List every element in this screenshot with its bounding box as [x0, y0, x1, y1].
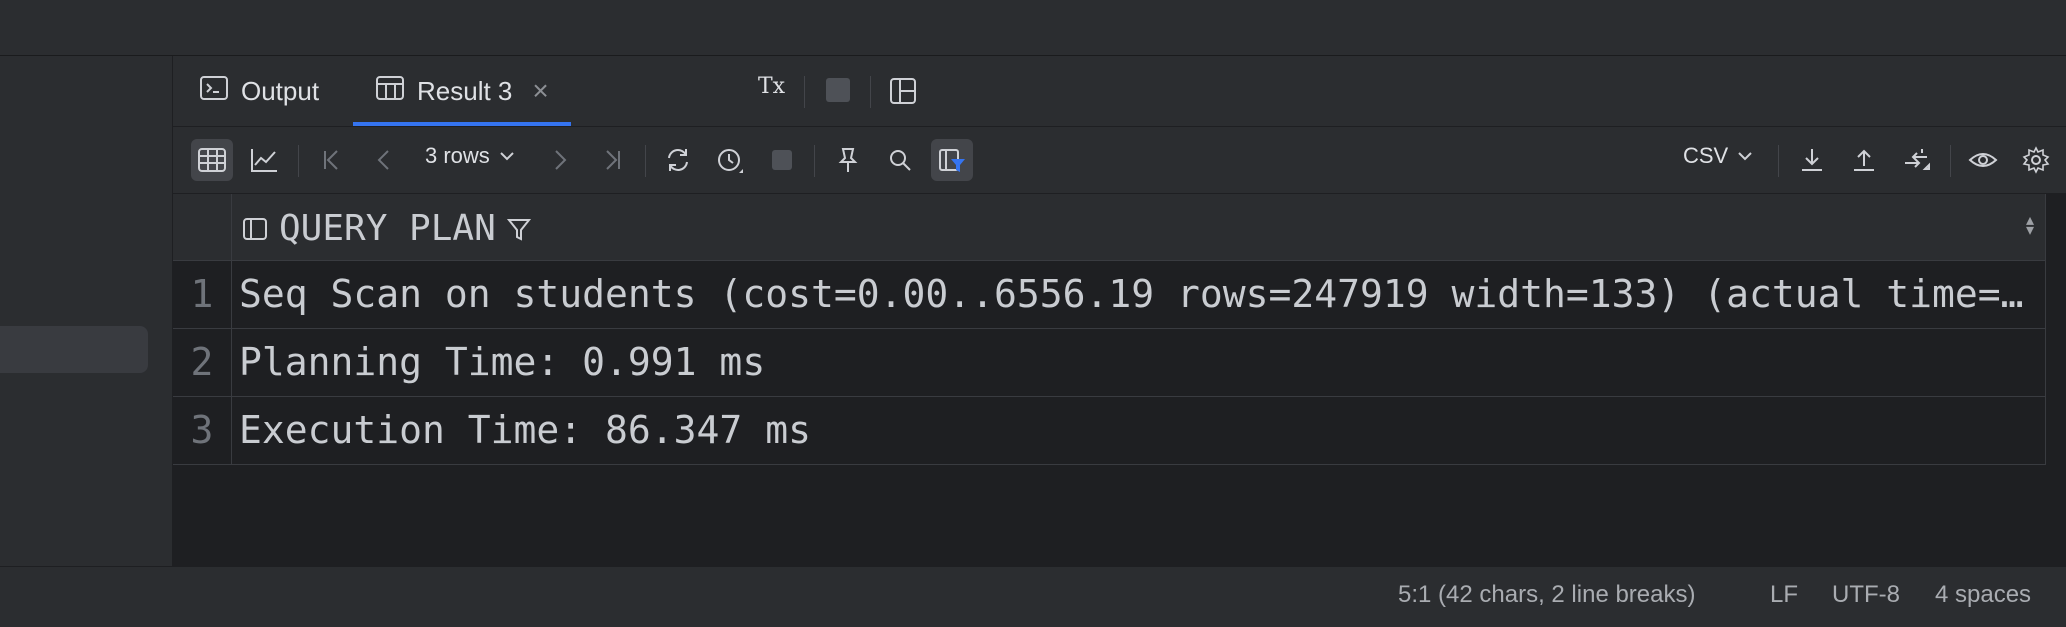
row-number-gutter-header — [173, 194, 232, 260]
tab-output-label: Output — [241, 75, 320, 106]
table-view-button[interactable] — [191, 139, 233, 181]
chevron-down-icon — [1738, 152, 1752, 161]
previous-page-button[interactable] — [363, 139, 405, 181]
sort-icon[interactable]: ▴ ▾ — [2026, 213, 2034, 239]
divider — [870, 76, 871, 108]
next-page-button[interactable] — [539, 139, 581, 181]
search-button[interactable] — [879, 139, 921, 181]
indent-setting[interactable]: 4 spaces — [1935, 581, 2031, 609]
first-page-icon — [324, 150, 338, 170]
results-grid: QUERY PLAN ▴ ▾ 1 Seq Scan on students (co… — [173, 194, 2046, 465]
table-row[interactable]: 2 Planning Time: 0.991 ms — [173, 329, 2046, 397]
history-button[interactable] — [709, 139, 751, 181]
results-toolbar: 3 rows CSV — [173, 127, 2066, 194]
close-icon[interactable]: × — [532, 75, 548, 107]
divider — [814, 145, 815, 177]
view-button[interactable] — [1962, 139, 2004, 181]
pin-button[interactable] — [827, 139, 869, 181]
results-tab-bar: Output Result 3 × Tx — [173, 56, 2066, 127]
refresh-button[interactable] — [657, 139, 699, 181]
rows-selector[interactable]: 3 rows — [425, 143, 516, 169]
cell-value[interactable]: Planning Time: 0.991 ms — [239, 329, 2029, 396]
chevron-down-icon — [500, 152, 514, 161]
download-button[interactable] — [1791, 139, 1833, 181]
top-bar — [0, 0, 2066, 56]
chevron-right-icon — [555, 150, 567, 170]
tab-output[interactable]: Output — [199, 56, 319, 126]
stop-icon[interactable] — [826, 78, 850, 102]
row-number: 3 — [173, 397, 232, 464]
selected-item-highlight[interactable] — [0, 326, 148, 373]
file-encoding[interactable]: UTF-8 — [1832, 581, 1900, 609]
table-icon — [375, 73, 405, 110]
status-bar: 5:1 (42 chars, 2 line breaks) LF UTF-8 4… — [0, 566, 2066, 627]
filter-panel-button[interactable] — [931, 139, 973, 181]
upload-button[interactable] — [1843, 139, 1885, 181]
chevron-left-icon — [377, 150, 389, 170]
pin-icon — [838, 148, 858, 172]
column-header-query-plan[interactable]: QUERY PLAN — [241, 208, 532, 249]
export-format-selector[interactable]: CSV — [1683, 143, 1754, 169]
clock-icon — [718, 149, 743, 173]
line-ending[interactable]: LF — [1770, 581, 1798, 609]
filter-panel-icon — [939, 149, 965, 172]
layout-icon[interactable] — [888, 76, 918, 111]
gear-icon — [2022, 146, 2050, 174]
eye-icon — [1968, 153, 1998, 167]
grid-border — [2045, 194, 2046, 464]
row-number: 2 — [173, 329, 232, 396]
column-header-label: QUERY PLAN — [279, 208, 496, 249]
tab-result-3-label: Result 3 — [417, 75, 513, 106]
cell-value[interactable]: Execution Time: 86.347 ms — [239, 397, 2029, 464]
divider — [645, 145, 646, 177]
chart-icon — [251, 149, 277, 172]
column-icon — [243, 217, 267, 240]
compare-icon — [1905, 149, 1930, 170]
caret-position[interactable]: 5:1 (42 chars, 2 line breaks) — [1398, 581, 1695, 609]
table-row[interactable]: 3 Execution Time: 86.347 ms — [173, 397, 2046, 465]
divider — [804, 76, 805, 108]
table-icon — [198, 148, 226, 172]
settings-button[interactable] — [2015, 139, 2057, 181]
stop-button[interactable] — [761, 139, 803, 181]
download-icon — [1802, 149, 1822, 171]
format-label: CSV — [1683, 143, 1729, 168]
column-header-row: QUERY PLAN ▴ ▾ — [173, 194, 2046, 261]
refresh-icon — [668, 149, 688, 171]
transaction-icon[interactable]: Tx — [758, 74, 785, 99]
row-number: 1 — [173, 261, 232, 328]
filter-icon — [506, 218, 531, 241]
compare-button[interactable] — [1895, 139, 1937, 181]
left-panel — [0, 56, 173, 566]
divider — [298, 145, 299, 177]
divider — [1950, 145, 1951, 177]
tab-result-3[interactable]: Result 3 × — [353, 56, 571, 126]
table-row[interactable]: 1 Seq Scan on students (cost=0.00..6556.… — [173, 261, 2046, 329]
last-page-button[interactable] — [591, 139, 633, 181]
divider — [1778, 145, 1779, 177]
upload-icon — [1854, 149, 1874, 171]
last-page-icon — [606, 150, 620, 170]
cell-value[interactable]: Seq Scan on students (cost=0.00..6556.19… — [239, 261, 2029, 328]
first-page-button[interactable] — [311, 139, 353, 181]
search-icon — [890, 150, 911, 171]
stop-icon — [772, 150, 792, 170]
chart-view-button[interactable] — [243, 139, 285, 181]
console-icon — [199, 73, 229, 110]
rows-label: 3 rows — [425, 143, 490, 168]
